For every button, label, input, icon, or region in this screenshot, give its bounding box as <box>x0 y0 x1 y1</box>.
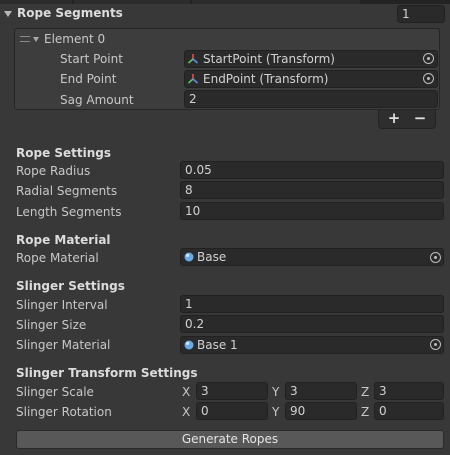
rotation-x-axis-label: X <box>182 405 191 419</box>
rotation-z-field[interactable]: 0 <box>374 402 444 420</box>
start-point-label: Start Point <box>60 52 123 66</box>
rope-material-label: Rope Material <box>16 251 99 265</box>
start-point-value: StartPoint (Transform) <box>203 52 335 66</box>
end-point-value: EndPoint (Transform) <box>203 72 329 86</box>
add-element-button[interactable]: + <box>382 110 406 128</box>
end-point-label: End Point <box>60 72 117 86</box>
rotation-z-axis-label: Z <box>361 405 370 419</box>
object-picker-icon[interactable] <box>430 339 441 350</box>
length-segments-field[interactable]: 10 <box>180 202 444 220</box>
scale-x-axis-label: X <box>182 385 191 399</box>
previous-component-edge <box>0 0 450 4</box>
rotation-x-field[interactable]: 0 <box>196 402 268 420</box>
slinger-transform-header: Slinger Transform Settings <box>16 366 198 380</box>
rope-segments-foldout-icon[interactable] <box>4 11 12 17</box>
slinger-size-label: Slinger Size <box>16 318 87 332</box>
scale-z-field[interactable]: 3 <box>374 382 444 400</box>
radial-segments-label: Radial Segments <box>16 184 118 198</box>
rotation-y-axis-label: Y <box>272 405 280 419</box>
rope-radius-field[interactable]: 0.05 <box>180 161 444 179</box>
rope-material-header: Rope Material <box>16 233 111 247</box>
rope-radius-label: Rope Radius <box>16 164 91 178</box>
rope-settings-header: Rope Settings <box>16 146 112 160</box>
generate-ropes-button[interactable]: Generate Ropes <box>16 430 444 449</box>
material-sphere-icon <box>184 340 194 350</box>
scale-y-axis-label: Y <box>272 385 280 399</box>
rope-material-value: Base <box>197 250 227 264</box>
scale-x-field[interactable]: 3 <box>196 382 268 400</box>
sag-amount-field[interactable]: 2 <box>184 90 438 108</box>
slinger-material-field[interactable]: Base 1 <box>180 336 444 354</box>
rope-segments-count-field[interactable]: 1 <box>397 5 445 23</box>
slinger-settings-header: Slinger Settings <box>16 279 125 293</box>
drag-handle-icon[interactable] <box>20 36 30 42</box>
slinger-scale-label: Slinger Scale <box>16 385 94 399</box>
material-sphere-icon <box>184 252 194 262</box>
sag-amount-label: Sag Amount <box>60 93 134 107</box>
element-0-label[interactable]: Element 0 <box>44 32 105 46</box>
element-foldout-icon[interactable] <box>33 37 39 42</box>
list-footer: + − <box>378 110 436 129</box>
slinger-material-value: Base 1 <box>197 338 238 352</box>
slinger-rotation-label: Slinger Rotation <box>16 405 112 419</box>
end-point-field[interactable]: EndPoint (Transform) <box>184 70 438 88</box>
slinger-material-label: Slinger Material <box>16 338 111 352</box>
slinger-interval-label: Slinger Interval <box>16 298 108 312</box>
object-picker-icon[interactable] <box>423 53 434 64</box>
remove-element-button[interactable]: − <box>408 110 432 128</box>
transform-icon <box>187 54 199 64</box>
slinger-interval-field[interactable]: 1 <box>180 295 444 313</box>
slinger-size-field[interactable]: 0.2 <box>180 315 444 333</box>
rope-material-field[interactable]: Base <box>180 248 444 266</box>
start-point-field[interactable]: StartPoint (Transform) <box>184 50 438 68</box>
object-picker-icon[interactable] <box>423 73 434 84</box>
radial-segments-field[interactable]: 8 <box>180 181 444 199</box>
rope-segments-label[interactable]: Rope Segments <box>17 6 123 20</box>
length-segments-label: Length Segments <box>16 205 122 219</box>
scale-z-axis-label: Z <box>361 385 370 399</box>
rotation-y-field[interactable]: 90 <box>285 402 357 420</box>
scale-y-field[interactable]: 3 <box>285 382 357 400</box>
transform-icon <box>187 74 199 84</box>
object-picker-icon[interactable] <box>430 252 441 263</box>
